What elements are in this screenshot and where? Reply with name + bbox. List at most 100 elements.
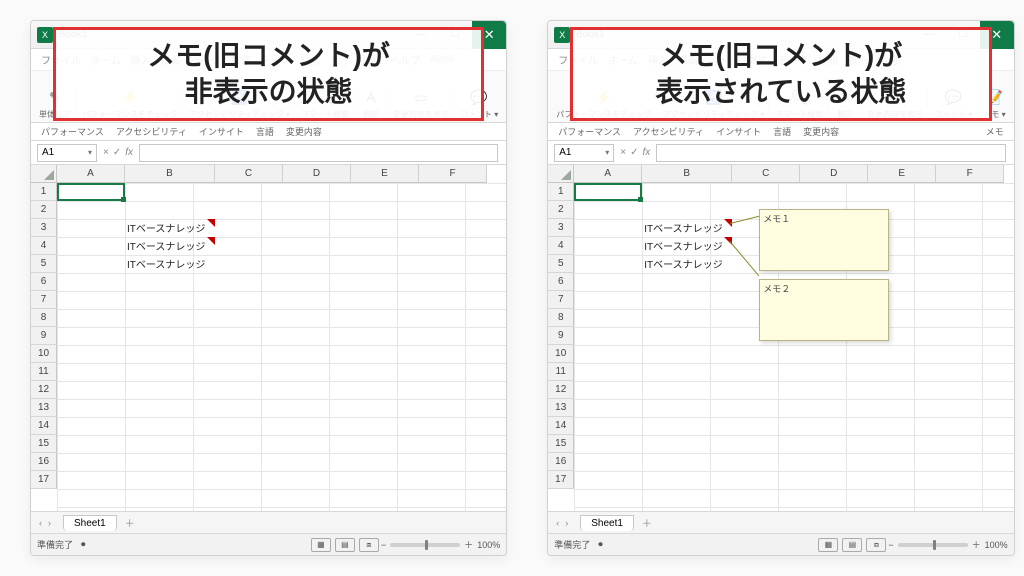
col-A[interactable]: A bbox=[574, 165, 642, 183]
tab-prev-icon[interactable]: ‹ bbox=[556, 518, 559, 528]
cell-B3[interactable]: ITベースナレッジ bbox=[127, 220, 205, 235]
memo-note-2[interactable]: メモ２ bbox=[759, 279, 889, 341]
add-sheet-button[interactable]: ＋ bbox=[125, 515, 135, 530]
row-7[interactable]: 7 bbox=[548, 291, 574, 309]
row-3[interactable]: 3 bbox=[31, 219, 57, 237]
tab-file[interactable]: ファイル bbox=[558, 52, 598, 67]
col-B[interactable]: B bbox=[125, 165, 215, 183]
worksheet-grid[interactable]: A B C D E F 1234567891011121314151617 IT… bbox=[31, 165, 506, 511]
fx-icon[interactable]: fx bbox=[125, 147, 133, 158]
row-15[interactable]: 15 bbox=[31, 435, 57, 453]
ribbon-comments[interactable]: 💬 コメント ▾ bbox=[930, 86, 977, 120]
select-all-corner[interactable] bbox=[31, 165, 57, 183]
col-F[interactable]: F bbox=[419, 165, 487, 183]
tab-next-icon[interactable]: › bbox=[565, 518, 568, 528]
cancel-icon[interactable]: × bbox=[620, 147, 626, 158]
tab-prev-icon[interactable]: ‹ bbox=[39, 518, 42, 528]
row-8[interactable]: 8 bbox=[548, 309, 574, 327]
col-D[interactable]: D bbox=[800, 165, 868, 183]
tab-dev[interactable]: 開発 bbox=[878, 52, 898, 67]
row-4[interactable]: 4 bbox=[31, 237, 57, 255]
ribbon-translate[interactable]: A 翻訳 bbox=[356, 86, 387, 120]
col-C[interactable]: C bbox=[215, 165, 283, 183]
formula-input[interactable] bbox=[656, 144, 1005, 162]
zoom-slider[interactable] bbox=[390, 543, 460, 547]
row-12[interactable]: 12 bbox=[548, 381, 574, 399]
memo-note-1[interactable]: メモ１ bbox=[759, 209, 889, 271]
tab-data[interactable]: データ bbox=[261, 52, 291, 67]
row-5[interactable]: 5 bbox=[548, 255, 574, 273]
record-macro-icon[interactable]: ⏺ bbox=[598, 539, 603, 550]
tab-formulas[interactable]: 数式 bbox=[231, 52, 251, 67]
row-2[interactable]: 2 bbox=[548, 201, 574, 219]
view-normal-button[interactable]: ▦ bbox=[311, 538, 331, 552]
ribbon-comments[interactable]: 💬 コメント ▾ bbox=[456, 86, 502, 120]
zoom-slider[interactable] bbox=[898, 543, 968, 547]
ribbon-accessibility[interactable]: ♿ アクセシビリティチェック ▾ bbox=[659, 86, 769, 120]
view-page-layout-button[interactable]: ▤ bbox=[842, 538, 862, 552]
zoom-value[interactable]: 100% bbox=[477, 540, 500, 550]
row-13[interactable]: 13 bbox=[31, 399, 57, 417]
tab-home[interactable]: ホーム bbox=[608, 52, 638, 67]
minimize-button[interactable]: — bbox=[404, 21, 438, 49]
row-4[interactable]: 4 bbox=[548, 237, 574, 255]
accept-icon[interactable]: ✓ bbox=[630, 147, 638, 158]
row-6[interactable]: 6 bbox=[31, 273, 57, 291]
tab-help[interactable]: ヘルプ bbox=[391, 52, 421, 67]
zoom-in-button[interactable]: ＋ bbox=[464, 538, 473, 551]
col-D[interactable]: D bbox=[283, 165, 351, 183]
maximize-button[interactable]: ☐ bbox=[946, 21, 980, 49]
ribbon-spellcheck[interactable]: ✎ 単体校正 bbox=[35, 86, 76, 120]
row-9[interactable]: 9 bbox=[548, 327, 574, 345]
tab-review[interactable]: 校閲 bbox=[818, 52, 838, 67]
ribbon-memo[interactable]: 📝 メモ ▾ bbox=[979, 86, 1009, 120]
memo-indicator-B3[interactable] bbox=[207, 219, 215, 227]
sheet-tab-sheet1[interactable]: Sheet1 bbox=[63, 515, 117, 531]
cells-area[interactable]: ITベースナレッジ ITベースナレッジ ITベースナレッジ bbox=[57, 183, 506, 511]
col-A[interactable]: A bbox=[57, 165, 125, 183]
formula-input[interactable] bbox=[139, 144, 498, 162]
tab-file[interactable]: ファイル bbox=[41, 52, 81, 67]
accept-icon[interactable]: ✓ bbox=[113, 147, 121, 158]
tab-layout[interactable]: ページ bbox=[708, 52, 738, 67]
ribbon-performance[interactable]: ⚡ パフォーマンスをチェック bbox=[78, 86, 183, 120]
name-box[interactable]: A1 ▾ bbox=[554, 144, 614, 162]
cell-B3[interactable]: ITベースナレッジ bbox=[644, 220, 722, 235]
tab-review[interactable]: 校閲 bbox=[301, 52, 321, 67]
tab-draw[interactable]: 描画 bbox=[678, 52, 698, 67]
select-all-corner[interactable] bbox=[548, 165, 574, 183]
cell-B4[interactable]: ITベースナレッジ bbox=[644, 238, 722, 253]
worksheet-grid[interactable]: A B C D E F 1234567891011121314151617 IT… bbox=[548, 165, 1013, 511]
add-sheet-button[interactable]: ＋ bbox=[642, 515, 652, 530]
ribbon-performance[interactable]: ⚡ パフォーマンスをチェック bbox=[552, 86, 657, 120]
row-15[interactable]: 15 bbox=[548, 435, 574, 453]
cancel-icon[interactable]: × bbox=[103, 147, 109, 158]
row-10[interactable]: 10 bbox=[548, 345, 574, 363]
tab-draw[interactable]: 描画 bbox=[161, 52, 181, 67]
zoom-out-button[interactable]: − bbox=[888, 540, 893, 550]
sheet-tab-sheet1[interactable]: Sheet1 bbox=[580, 515, 634, 531]
view-page-layout-button[interactable]: ▤ bbox=[335, 538, 355, 552]
maximize-button[interactable]: ☐ bbox=[438, 21, 472, 49]
col-F[interactable]: F bbox=[936, 165, 1004, 183]
row-3[interactable]: 3 bbox=[548, 219, 574, 237]
tab-view[interactable]: 表示 bbox=[848, 52, 868, 67]
cell-B5[interactable]: ITベースナレッジ bbox=[127, 256, 205, 271]
ribbon-smart-lookup[interactable]: 🔍 スマート検索 bbox=[297, 86, 354, 120]
tab-next-icon[interactable]: › bbox=[48, 518, 51, 528]
col-E[interactable]: E bbox=[351, 165, 419, 183]
ribbon-show-changes[interactable]: ▭ 変更内容を表示 bbox=[863, 86, 928, 120]
row-8[interactable]: 8 bbox=[31, 309, 57, 327]
tab-dev[interactable]: 開発 bbox=[361, 52, 381, 67]
row-13[interactable]: 13 bbox=[548, 399, 574, 417]
row-14[interactable]: 14 bbox=[548, 417, 574, 435]
col-B[interactable]: B bbox=[642, 165, 732, 183]
close-button[interactable]: ✕ bbox=[472, 21, 506, 49]
row-11[interactable]: 11 bbox=[548, 363, 574, 381]
ribbon-show-changes[interactable]: ▭ 変更内容を表示 bbox=[389, 86, 454, 120]
row-2[interactable]: 2 bbox=[31, 201, 57, 219]
zoom-value[interactable]: 100% bbox=[985, 540, 1008, 550]
view-page-break-button[interactable]: ⧈ bbox=[866, 538, 886, 552]
name-box[interactable]: A1 ▾ bbox=[37, 144, 97, 162]
row-9[interactable]: 9 bbox=[31, 327, 57, 345]
